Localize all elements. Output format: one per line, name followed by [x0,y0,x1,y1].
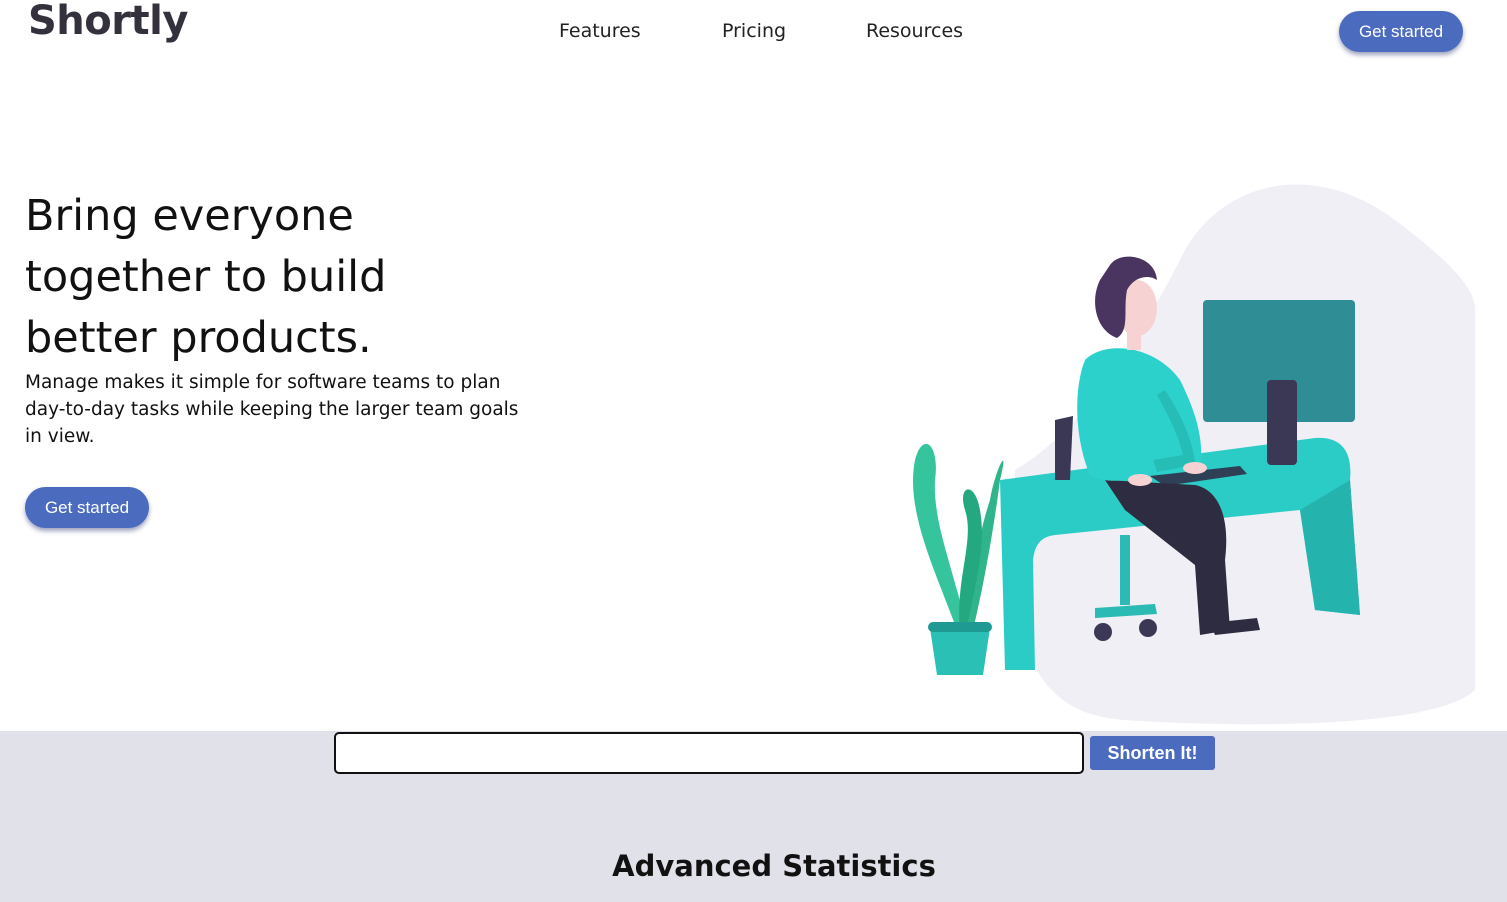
monitor-stand [1267,380,1297,465]
chair-post [1120,535,1130,605]
statistics-heading: Advanced Statistics [612,849,936,883]
plant-leaf-left [913,443,965,630]
nav-link-features[interactable]: Features [559,20,641,42]
person-hand-right [1183,462,1207,474]
person-neck [1127,330,1141,350]
hero-get-started-button[interactable]: Get started [25,487,149,528]
chair-wheel-left [1094,623,1112,641]
logo[interactable]: Shortly [28,0,188,44]
hero-title: Bring everyone together to build better … [25,191,387,363]
nav-link-pricing[interactable]: Pricing [722,20,786,42]
hero-subtitle: Manage makes it simple for software team… [25,372,519,447]
shorten-button[interactable]: Shorten It! [1090,736,1215,770]
header-get-started-button[interactable]: Get started [1339,11,1463,52]
url-input[interactable] [334,732,1084,774]
pot-rim [928,622,992,632]
person-at-desk-illustration [913,184,1475,725]
chair-back [1055,416,1073,480]
shorten-section: Shorten It! Advanced Statistics [0,731,1507,902]
plant-leaf-back [959,489,982,630]
person-hand-left [1128,474,1152,486]
nav-link-resources[interactable]: Resources [866,20,963,42]
plant-pot [930,628,990,675]
landing-page: Shortly Features Pricing Resources Get s… [0,0,1507,902]
chair-wheel-right [1139,619,1157,637]
